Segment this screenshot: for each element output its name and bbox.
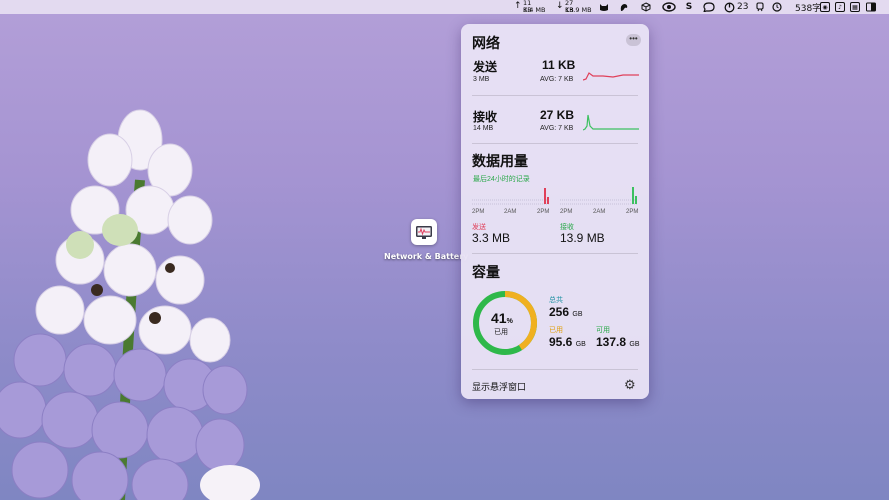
capacity-used-label: 已用 — [549, 327, 563, 334]
capacity-available: 137.8 GB — [596, 335, 640, 349]
battery-status[interactable]: 23 — [724, 0, 748, 14]
upload-sparkline — [583, 72, 639, 81]
capacity-percent: 41% — [491, 310, 513, 326]
upload-usage-value: 3.3 MB — [472, 231, 511, 245]
divider — [472, 369, 638, 370]
cloud-sync-icon[interactable] — [662, 2, 676, 12]
show-floating-window-button[interactable]: 显示悬浮窗口 — [472, 380, 526, 393]
capacity-used-value: 95.6 — [549, 335, 573, 349]
gear-icon[interactable]: ⚙ — [624, 377, 636, 393]
sidebar-toggle-icon[interactable] — [866, 2, 876, 12]
capacity-percent-value: 41 — [491, 310, 507, 326]
train-icon[interactable] — [755, 2, 765, 12]
cube-icon[interactable] — [641, 2, 651, 12]
upload-axis-end: 2PM — [537, 209, 550, 215]
capacity-used-caption: 已用 — [494, 329, 508, 336]
capacity-available-label: 可用 — [596, 327, 610, 334]
menu-bar: ↑ 11 KB 3.4 MB ↓ 27 KB 13.9 MB S 23 538字… — [0, 0, 889, 14]
capacity-used: 95.6 GB — [549, 335, 586, 349]
battery-ring-icon — [724, 2, 735, 12]
download-label: 接收 — [473, 110, 498, 124]
data-usage-subtitle: 最后24小时的记录 — [473, 176, 530, 183]
upload-arrow-icon: ↑ — [514, 1, 522, 11]
download-usage-value: 13.9 MB — [560, 231, 605, 245]
download-axis-start: 2PM — [560, 209, 573, 215]
capacity-available-unit: GB — [629, 341, 640, 348]
divider — [472, 95, 638, 96]
grid-icon[interactable]: ▦ — [850, 2, 860, 12]
download-axis-mid: 2AM — [593, 209, 606, 215]
screenshot-icon[interactable]: ◉ — [820, 2, 830, 12]
clock-icon[interactable] — [772, 2, 782, 12]
capacity-used-unit: GB — [575, 341, 586, 348]
upload-usage-chart — [472, 188, 550, 205]
upload-rate: 11 KB — [542, 58, 576, 72]
download-average: AVG: 7 KB — [540, 125, 574, 132]
microphone-icon[interactable]: ♪ — [835, 2, 845, 12]
monitor-icon — [411, 219, 437, 245]
wallpaper-flower — [0, 109, 260, 500]
squirrel-icon[interactable] — [619, 2, 629, 12]
divider — [472, 253, 638, 254]
capacity-available-value: 137.8 — [596, 335, 627, 349]
download-total: 13.9 MB — [565, 5, 592, 14]
capacity-total: 256 GB — [549, 305, 583, 319]
capacity-total-label: 总共 — [549, 297, 563, 304]
data-usage-title: 数据用量 — [472, 153, 528, 169]
upload-label: 发送 — [473, 60, 498, 74]
upload-total: 3 MB — [473, 76, 490, 83]
download-arrow-icon: ↓ — [556, 1, 564, 11]
chat-bubble-icon[interactable] — [703, 2, 715, 12]
upload-average: AVG: 7 KB — [540, 76, 574, 83]
network-popup-panel: 网络 ••• 发送 3 MB 11 KB AVG: 7 KB 接收 14 MB … — [461, 24, 649, 399]
capacity-total-value: 256 — [549, 305, 570, 319]
s-app-icon[interactable]: S — [684, 2, 694, 12]
download-sparkline — [583, 114, 639, 131]
download-rate: 27 KB — [540, 108, 575, 122]
divider — [472, 143, 638, 144]
more-options-button[interactable]: ••• — [626, 34, 641, 46]
download-usage-chart — [560, 187, 638, 205]
upload-axis-mid: 2AM — [504, 209, 517, 215]
desktop-app-label: Network & Battery — [384, 252, 469, 261]
download-total: 14 MB — [473, 125, 494, 132]
download-axis-end: 2PM — [626, 209, 639, 215]
capacity-title: 容量 — [472, 264, 500, 280]
capacity-percent-sign: % — [506, 318, 513, 325]
word-count[interactable]: 538字 — [795, 0, 821, 14]
upload-total: 3.4 MB — [523, 5, 546, 14]
desktop-app-network-battery[interactable]: Network & Battery — [384, 219, 469, 261]
cat-app-icon[interactable] — [599, 2, 609, 12]
battery-value: 23 — [737, 2, 749, 12]
network-section-title: 网络 — [472, 35, 500, 51]
capacity-total-unit: GB — [572, 311, 583, 318]
upload-axis-start: 2PM — [472, 209, 485, 215]
